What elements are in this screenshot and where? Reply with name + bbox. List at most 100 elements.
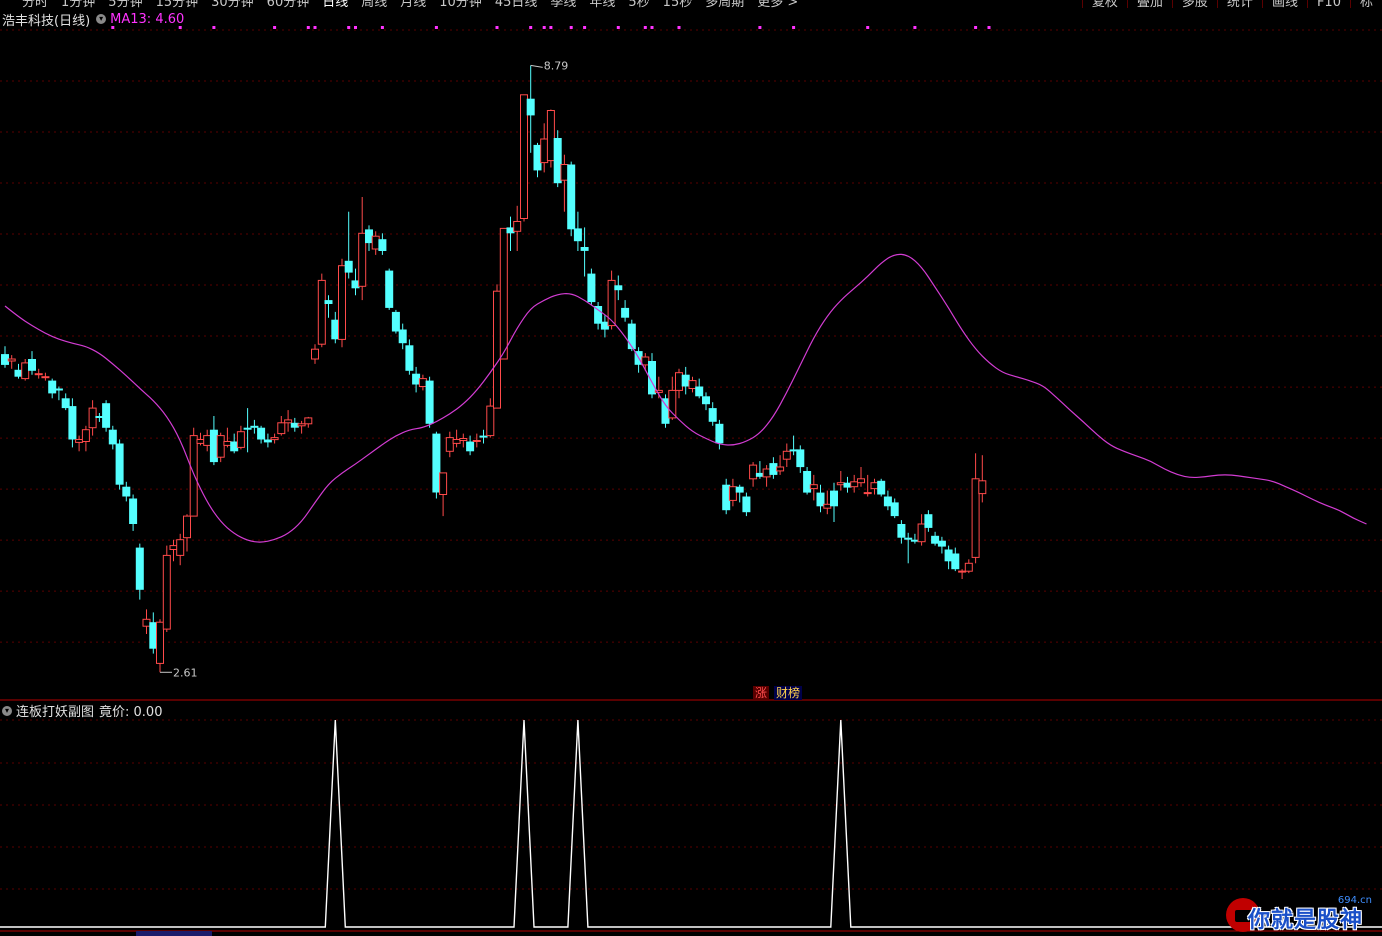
candle-body-down xyxy=(324,300,333,304)
signal-dot xyxy=(178,26,182,29)
candle-body-up xyxy=(870,482,879,490)
candle-body-down xyxy=(48,380,57,394)
candle-body-up xyxy=(75,439,84,443)
candle-body-up xyxy=(749,464,758,480)
candle-body-up xyxy=(688,380,697,390)
signal-dot xyxy=(913,26,917,29)
signal-dot xyxy=(792,26,796,29)
candle-body-down xyxy=(621,307,630,318)
candle-body-down xyxy=(695,386,704,397)
candle-body-down xyxy=(54,388,63,391)
candle-body-up xyxy=(196,439,205,444)
candle-body-down xyxy=(243,427,252,430)
candle-body-up xyxy=(418,378,427,388)
candle-body-down xyxy=(526,98,535,116)
candle-body-up xyxy=(445,437,454,452)
candle-body-up xyxy=(183,515,191,539)
annotation-label-high: 8.79 xyxy=(544,59,569,72)
signal-dot xyxy=(434,26,438,29)
candle-body-up xyxy=(762,468,771,478)
candle-body-up xyxy=(782,450,791,460)
signal-dot xyxy=(616,26,620,29)
candle-body-down xyxy=(68,406,77,440)
candle-body-up xyxy=(971,478,980,558)
date-scroll-strip[interactable] xyxy=(136,931,212,936)
signal-dot xyxy=(111,26,115,29)
candle-body-down xyxy=(425,380,434,424)
candle-body-down xyxy=(937,540,946,547)
candle-body-up xyxy=(459,438,468,441)
candle-body-up xyxy=(216,435,225,458)
logo-text: 你就是股神 xyxy=(1248,908,1364,933)
candle-body-up xyxy=(270,437,279,441)
candle-body-down xyxy=(951,553,960,570)
candle-body-down xyxy=(796,449,805,468)
candle-body-up xyxy=(203,435,212,446)
candle-body-down xyxy=(466,441,475,452)
signal-dot xyxy=(549,26,553,29)
candle-body-up xyxy=(297,423,306,427)
candle-body-up xyxy=(21,362,30,380)
signal-dot xyxy=(347,26,351,29)
candle-body-down xyxy=(803,471,812,493)
candle-body-down xyxy=(385,270,394,308)
signal-dot xyxy=(677,26,681,29)
signal-dot xyxy=(987,26,991,29)
candle-body-up xyxy=(88,407,97,429)
candle-body-up xyxy=(371,235,380,250)
candle-body-up xyxy=(284,419,293,424)
candle-body-down xyxy=(115,443,124,485)
candle-body-up xyxy=(850,481,859,488)
candle-body-down xyxy=(129,498,138,524)
logo-domain: 694.cn xyxy=(1337,895,1372,906)
candle-body-down xyxy=(897,524,906,538)
candle-body-up xyxy=(223,441,232,446)
candle-body-down xyxy=(715,423,724,444)
annotation-arrow xyxy=(530,64,543,68)
signal-dot xyxy=(313,26,317,29)
candle-body-up xyxy=(857,478,865,484)
candle-body-down xyxy=(344,260,353,273)
candle-body-up xyxy=(452,439,461,444)
signal-dot xyxy=(650,26,654,29)
candle-body-up xyxy=(978,480,987,495)
candle-body-down xyxy=(102,403,111,428)
candle-body-up xyxy=(540,138,549,164)
signal-dot xyxy=(643,26,647,29)
candle-body-down xyxy=(567,164,576,230)
candle-body-down xyxy=(28,359,36,371)
candle-body-up xyxy=(156,621,164,664)
candle-body-up xyxy=(964,562,973,572)
signal-dot xyxy=(306,26,310,29)
candle-body-up xyxy=(546,110,555,162)
zhang-tag[interactable]: 涨 xyxy=(753,686,770,700)
candle-body-up xyxy=(142,618,151,627)
candle-body-up xyxy=(169,545,178,550)
candle-body-up xyxy=(311,348,319,360)
ma13-line xyxy=(4,253,1367,543)
grid-lines xyxy=(0,29,1382,932)
candle-body-down xyxy=(587,273,596,303)
candle-body-up xyxy=(486,405,495,437)
candle-body-up xyxy=(776,466,785,472)
candle-body-up xyxy=(809,484,818,490)
signal-line xyxy=(0,719,1382,928)
candle-body-down xyxy=(290,422,299,428)
candle-body-up xyxy=(189,435,198,517)
candle-body-down xyxy=(257,427,266,440)
candle-body-up xyxy=(439,472,448,495)
signal-dot xyxy=(273,26,277,29)
candle-body-down xyxy=(627,323,636,350)
candle-body-up xyxy=(560,164,569,181)
signal-markers xyxy=(111,26,991,29)
signal-dot xyxy=(758,26,762,29)
candle-body-down xyxy=(594,306,603,324)
candle-body-up xyxy=(34,373,43,376)
signal-dot xyxy=(866,26,870,29)
candle-body-up xyxy=(176,539,185,556)
candle-body-down xyxy=(108,429,117,445)
candle-body-down xyxy=(742,496,751,513)
caibang-tag[interactable]: 财榜 xyxy=(774,686,803,700)
candle-body-up xyxy=(823,503,832,509)
candle-body-up xyxy=(236,431,245,448)
